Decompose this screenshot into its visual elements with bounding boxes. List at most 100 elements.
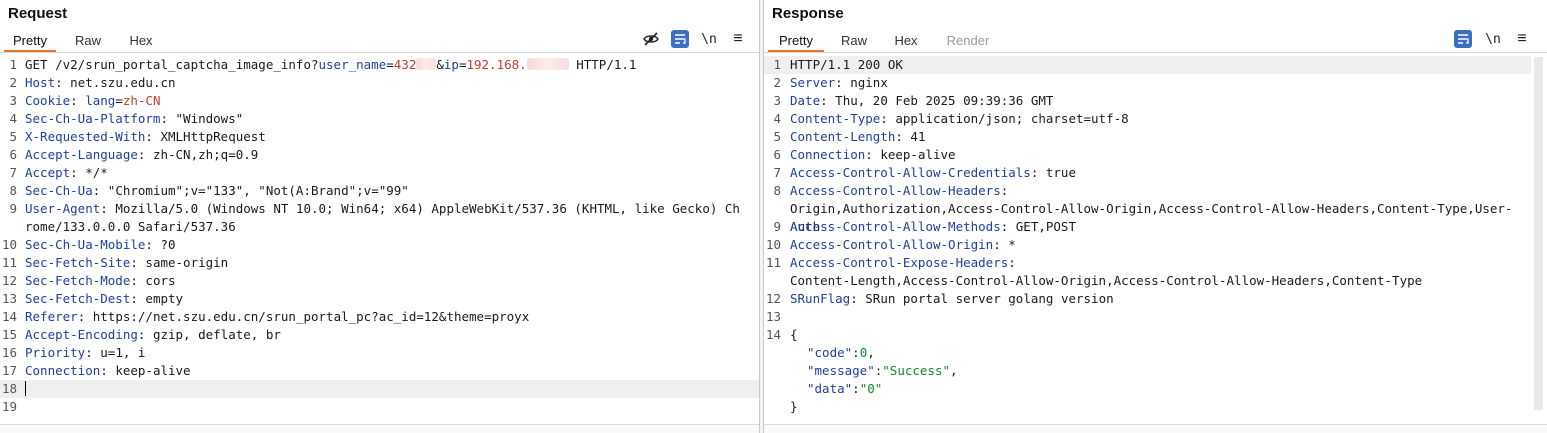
response-title: Response <box>772 5 844 22</box>
header-value: Thu, 20 Feb 2025 09:39:36 GMT <box>827 93 1054 108</box>
header-value: "Windows" <box>168 111 244 126</box>
header-value: nginx <box>842 75 888 90</box>
response-blank-line: 13 <box>765 309 781 324</box>
request-title: Request <box>8 5 68 22</box>
header-line: 13 Sec-Fetch-Dest: empty <box>1 291 184 306</box>
json-field: "code":0, <box>807 345 875 360</box>
redacted-blur <box>526 58 569 70</box>
json-value: "0" <box>859 381 883 396</box>
header-line: 3 Cookie: lang=zh-CN <box>9 93 161 108</box>
header-value: Content-Length,Access-Control-Allow-Orig… <box>790 273 1423 288</box>
json-key: "data" <box>807 381 853 396</box>
header-name: Content-Length <box>790 129 896 144</box>
header-value: same-origin <box>137 255 229 270</box>
header-value: SRun portal server golang version <box>857 291 1114 306</box>
request-headers: 2 Host: net.szu.edu.cn 3 Cookie: lang=zh-CN… <box>0 74 759 380</box>
header-line: 6 Accept-Language: zh-CN,zh;q=0.9 <box>9 147 259 162</box>
header-name: Access-Control-Expose-Headers <box>790 255 1009 270</box>
header-line: 4 Sec-Ch-Ua-Platform: "Windows" <box>9 111 244 126</box>
header-value: keep-alive <box>107 363 191 378</box>
pretty-format-icon[interactable] <box>671 30 689 48</box>
response-body-line: 14 { <box>765 327 798 342</box>
tab-hex[interactable]: Hex <box>120 30 162 52</box>
header-name: User-Agent <box>25 201 101 216</box>
header-name: Referer <box>25 309 78 324</box>
header-line: 2 Host: net.szu.edu.cn <box>9 75 176 90</box>
header-line: 8 Access-Control-Allow-Headers: Origin,Au… <box>773 183 1513 234</box>
json-field: "data":"0" <box>807 381 883 396</box>
pretty-format-icon[interactable] <box>1454 30 1472 48</box>
header-line: 11 Sec-Fetch-Site: same-origin <box>1 255 229 270</box>
header-name: Connection <box>25 363 101 378</box>
param-value: 192.168. <box>466 57 527 72</box>
header-name: Connection <box>790 147 866 162</box>
cookie-value: zh-CN <box>122 93 161 108</box>
tab-hex[interactable]: Hex <box>886 30 926 52</box>
response-editor[interactable]: 1 HTTP/1.1 200 OK 2 Server: nginx 3 Date: T… <box>764 56 1531 425</box>
header-value: * <box>1000 237 1016 252</box>
http-version: HTTP/1.1 <box>568 57 637 72</box>
header-line: 14 Referer: https://net.szu.edu.cn/srun_p… <box>1 309 530 324</box>
header-line: 9 User-Agent: Mozilla/5.0 (Windows NT 10.… <box>9 201 740 234</box>
header-line: 6 Connection: keep-alive <box>773 147 956 162</box>
header-name: Content-Type <box>790 111 881 126</box>
request-horizontal-scrollbar[interactable] <box>0 424 759 433</box>
tab-raw[interactable]: Raw <box>66 30 110 52</box>
menu-icon[interactable]: ≡ <box>1513 30 1531 48</box>
header-line: 7 Accept: */* <box>9 165 108 180</box>
header-line: 4 Content-Type: application/json; charset… <box>773 111 1129 126</box>
request-editor[interactable]: 1 GET /v2/srun_portal_captcha_image_info… <box>0 56 759 425</box>
json-key: "code" <box>807 345 853 360</box>
header-value: zh-CN,zh;q=0.9 <box>145 147 259 162</box>
tab-pretty[interactable]: Pretty <box>768 30 824 52</box>
header-name: Accept-Language <box>25 147 138 162</box>
header-name: Sec-Fetch-Mode <box>25 273 131 288</box>
header-value: */* <box>77 165 108 180</box>
header-name: Server <box>790 75 836 90</box>
header-value: keep-alive <box>872 147 956 162</box>
header-line: 12 SRunFlag: SRun portal server golang ve… <box>765 291 1114 306</box>
header-name: Priority <box>25 345 86 360</box>
menu-icon[interactable]: ≡ <box>729 30 747 48</box>
header-name: Sec-Fetch-Site <box>25 255 131 270</box>
header-value: GET,POST <box>1008 219 1076 234</box>
request-line-1: 1 GET /v2/srun_portal_captcha_image_info… <box>9 57 637 72</box>
newline-icon[interactable]: \n <box>1484 30 1502 48</box>
header-name: Date <box>790 93 821 108</box>
header-name: Accept-Encoding <box>25 327 138 342</box>
param-key: ip <box>443 57 459 72</box>
response-json-body: "code":0, "message":"Success", "data":"0" <box>764 344 1531 398</box>
header-name: Sec-Ch-Ua <box>25 183 93 198</box>
json-key: "message" <box>807 363 875 378</box>
hide-icon[interactable] <box>642 30 660 48</box>
tab-raw[interactable]: Raw <box>834 30 874 52</box>
param-key: user_name <box>318 57 387 72</box>
request-line-empty: 19 <box>1 399 17 414</box>
header-value: u=1, i <box>92 345 146 360</box>
header-name: Sec-Ch-Ua-Platform <box>25 111 161 126</box>
header-line: 2 Server: nginx <box>773 75 888 90</box>
header-line: 9 Access-Control-Allow-Methods: GET,POST <box>773 219 1076 234</box>
request-line-empty[interactable]: 18 <box>0 380 759 398</box>
response-vertical-scrollbar[interactable] <box>1534 57 1543 410</box>
response-horizontal-scrollbar[interactable] <box>764 424 1547 433</box>
tab-render[interactable]: Render <box>942 30 994 52</box>
header-name: Cookie <box>25 93 71 108</box>
newline-icon[interactable]: \n <box>700 30 718 48</box>
header-line: 17 Connection: keep-alive <box>1 363 191 378</box>
header-line: 3 Date: Thu, 20 Feb 2025 09:39:36 GMT <box>773 93 1054 108</box>
response-headers: 2 Server: nginx 3 Date: Thu, 20 Feb 2025 09… <box>764 74 1531 308</box>
tab-pretty[interactable]: Pretty <box>4 30 56 52</box>
text-cursor <box>25 381 26 396</box>
response-body-line: } <box>790 399 798 414</box>
header-name: Access-Control-Allow-Credentials <box>790 165 1031 180</box>
header-line: 8 Sec-Ch-Ua: "Chromium";v="133", "Not(A:B… <box>9 183 409 198</box>
header-value: application/json; charset=utf-8 <box>887 111 1129 126</box>
header-name: SRunFlag <box>790 291 851 306</box>
request-panel: Request Pretty Raw Hex \n ≡ 1 GET /v2/sr… <box>0 0 759 433</box>
param-value: 432 <box>393 57 417 72</box>
header-value: true <box>1038 165 1076 180</box>
header-name: Accept <box>25 165 71 180</box>
response-status-line: 1 HTTP/1.1 200 OK <box>764 56 1531 74</box>
header-name: Host <box>25 75 56 90</box>
